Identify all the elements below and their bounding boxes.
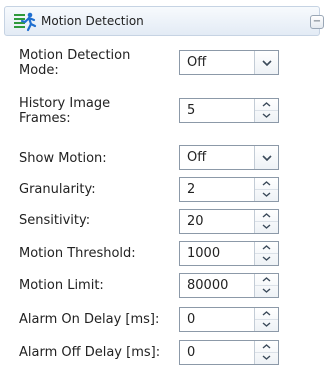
field-row-alarm-on-delay: Alarm On Delay [ms]: 0	[0, 304, 327, 332]
dropdown-value: Off	[187, 150, 207, 165]
motion-detection-icon	[13, 12, 37, 32]
spinner-buttons	[254, 274, 278, 297]
spin-down-button[interactable]	[255, 221, 278, 232]
spin-down-button[interactable]	[255, 319, 278, 330]
field-label: Alarm On Delay [ms]:	[19, 312, 160, 327]
spinner-buttons	[254, 178, 278, 201]
chevron-down-icon	[262, 192, 271, 197]
field-row-motion-threshold: Motion Threshold: 1000	[0, 238, 327, 266]
chevron-down-icon	[262, 224, 271, 229]
spinner-buttons	[254, 99, 278, 122]
show-motion-dropdown[interactable]: Off	[179, 145, 279, 170]
motion-limit-spinner[interactable]: 80000	[179, 273, 279, 298]
chevron-down-icon	[261, 59, 272, 66]
field-row-granularity: Granularity: 2	[0, 174, 327, 202]
motion-threshold-spinner[interactable]: 1000	[179, 241, 279, 266]
chevron-up-icon	[262, 277, 271, 282]
field-row-sensitivity: Sensitivity: 20	[0, 206, 327, 234]
spinner-value: 0	[187, 312, 196, 327]
chevron-up-icon	[262, 213, 271, 218]
alarm-off-delay-spinner[interactable]: 0	[179, 340, 279, 365]
alarm-on-delay-spinner[interactable]: 0	[179, 307, 279, 332]
sensitivity-spinner[interactable]: 20	[179, 209, 279, 234]
dropdown-button[interactable]	[254, 51, 278, 74]
field-label: History Image Frames:	[19, 96, 111, 126]
spinner-buttons	[254, 308, 278, 331]
field-label: Show Motion:	[19, 151, 107, 166]
field-label: Motion Threshold:	[19, 246, 136, 261]
motion-detection-mode-dropdown[interactable]: Off	[179, 50, 279, 75]
field-label: Granularity:	[19, 182, 96, 197]
spin-down-button[interactable]	[255, 285, 278, 296]
chevron-down-icon	[261, 154, 272, 161]
granularity-spinner[interactable]: 2	[179, 177, 279, 202]
collapse-button[interactable]: −	[310, 15, 324, 29]
field-label: Sensitivity:	[19, 213, 91, 228]
chevron-down-icon	[262, 113, 271, 118]
spinner-buttons	[254, 341, 278, 364]
field-label: Alarm Off Delay [ms]:	[19, 345, 161, 360]
field-label: Motion Limit:	[19, 278, 104, 293]
dropdown-button[interactable]	[254, 146, 278, 169]
chevron-down-icon	[262, 355, 271, 360]
history-image-frames-spinner[interactable]: 5	[179, 98, 279, 123]
field-row-alarm-off-delay: Alarm Off Delay [ms]: 0	[0, 336, 327, 365]
spinner-value: 20	[187, 214, 204, 229]
spinner-value: 2	[187, 182, 196, 197]
spin-down-button[interactable]	[255, 352, 278, 363]
chevron-up-icon	[262, 311, 271, 316]
spinner-value: 80000	[187, 278, 229, 293]
chevron-up-icon	[262, 245, 271, 250]
field-label: Motion Detection Mode:	[19, 48, 131, 78]
spinner-value: 1000	[187, 246, 221, 261]
spinner-buttons	[254, 210, 278, 233]
chevron-down-icon	[262, 322, 271, 327]
chevron-down-icon	[262, 256, 271, 261]
chevron-up-icon	[262, 181, 271, 186]
chevron-up-icon	[262, 102, 271, 107]
spin-down-button[interactable]	[255, 110, 278, 121]
field-row-history-image-frames: History Image Frames: 5	[0, 92, 327, 132]
spin-down-button[interactable]	[255, 253, 278, 264]
spinner-value: 0	[187, 345, 196, 360]
motion-detection-panel: Motion Detection − Motion Detection Mode…	[0, 0, 327, 375]
spinner-buttons	[254, 242, 278, 265]
chevron-down-icon	[262, 288, 271, 293]
spin-down-button[interactable]	[255, 189, 278, 200]
spinner-value: 5	[187, 103, 196, 118]
field-row-show-motion: Show Motion: Off	[0, 144, 327, 172]
field-row-motion-limit: Motion Limit: 80000	[0, 271, 327, 299]
dropdown-value: Off	[187, 55, 207, 70]
chevron-up-icon	[262, 344, 271, 349]
panel-header[interactable]: Motion Detection	[4, 6, 320, 36]
panel-title: Motion Detection	[41, 14, 144, 28]
field-row-motion-detection-mode: Motion Detection Mode: Off	[0, 44, 327, 84]
